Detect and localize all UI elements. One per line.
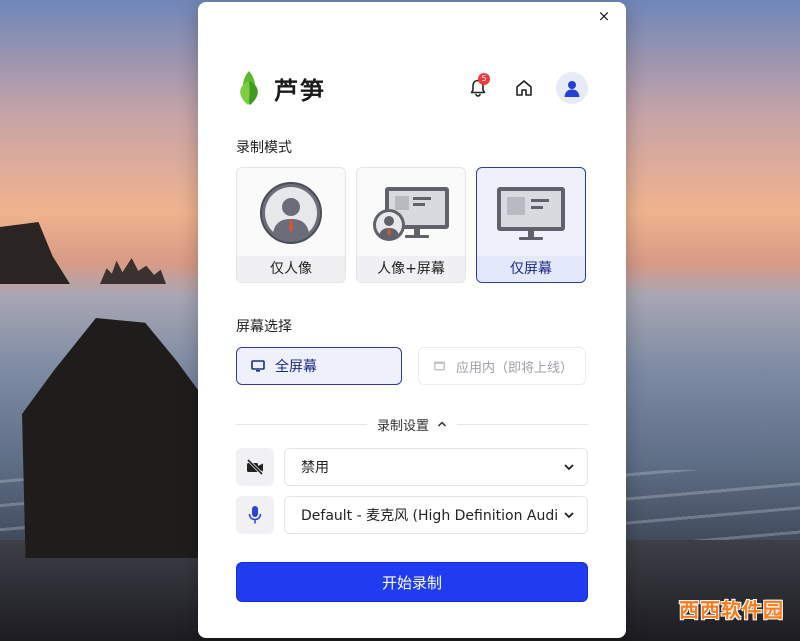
mode-screen-only[interactable]: 仅屏幕 [476, 167, 586, 283]
microphone-select[interactable]: Default - 麦克风 (High Definition Audio Dev… [284, 496, 588, 534]
asparagus-logo-icon [240, 71, 258, 105]
close-button[interactable]: × [596, 8, 612, 24]
record-mode-label: 录制模式 [236, 140, 292, 156]
notification-button[interactable]: 5 [464, 73, 492, 102]
mode-label: 仅人像 [237, 256, 345, 282]
camera-value: 禁用 [301, 460, 329, 476]
camera-setting-row: 禁用 [236, 448, 588, 486]
microphone-toggle-button[interactable] [236, 496, 274, 534]
screen-only-icon [497, 187, 565, 240]
mode-label: 人像+屏幕 [357, 256, 465, 282]
background-sea-stacks [100, 258, 166, 284]
microphone-setting-row: Default - 麦克风 (High Definition Audio Dev… [236, 496, 588, 534]
background-rock [22, 318, 198, 558]
camera-off-icon [246, 458, 264, 476]
chevron-down-icon [564, 512, 574, 519]
camera-toggle-button[interactable] [236, 448, 274, 486]
divider-line [457, 423, 589, 425]
window-icon [434, 361, 445, 371]
record-settings-divider: 录制设置 [236, 414, 589, 434]
brand-name: 芦笋 [274, 76, 326, 105]
portrait-screen-icon [373, 187, 449, 241]
screen-select-label: 屏幕选择 [236, 319, 292, 335]
mode-portrait-screen[interactable]: 人像+屏幕 [356, 167, 466, 283]
home-icon [516, 80, 532, 96]
in-app-label: 应用内（即将上线） [456, 360, 574, 376]
fullscreen-label: 全屏幕 [275, 359, 317, 375]
recorder-dialog: × 芦笋 5 录制模式 仅人像 人像+屏幕 仅屏幕 屏幕选择 全屏幕 应用内（即… [198, 2, 626, 638]
user-icon [564, 81, 580, 97]
record-settings-toggle[interactable]: 录制设置 [367, 415, 457, 434]
background-cliff [0, 222, 70, 284]
mode-portrait-only[interactable]: 仅人像 [236, 167, 346, 283]
monitor-icon [251, 360, 265, 372]
screen-select-options: 全屏幕 应用内（即将上线） [236, 347, 586, 385]
record-settings-label: 录制设置 [377, 418, 430, 434]
start-recording-button[interactable]: 开始录制 [236, 562, 588, 602]
watermark: 西西软件园 [679, 598, 784, 622]
mode-label: 仅屏幕 [477, 256, 585, 282]
header-icons: 5 [464, 72, 588, 104]
microphone-value: Default - 麦克风 (High Definition Audio Dev… [301, 508, 557, 524]
in-app-option: 应用内（即将上线） [418, 347, 586, 385]
portrait-icon [260, 182, 322, 244]
home-button[interactable] [510, 74, 538, 102]
user-avatar-button[interactable] [556, 72, 588, 104]
notification-badge: 5 [478, 73, 490, 85]
chevron-up-icon [437, 421, 447, 427]
header: 芦笋 5 [234, 66, 588, 110]
chevron-down-icon [564, 464, 574, 471]
fullscreen-option[interactable]: 全屏幕 [236, 347, 402, 385]
record-mode-options: 仅人像 人像+屏幕 仅屏幕 [236, 167, 586, 283]
divider-line [236, 423, 367, 425]
camera-select[interactable]: 禁用 [284, 448, 588, 486]
microphone-icon [248, 506, 262, 524]
